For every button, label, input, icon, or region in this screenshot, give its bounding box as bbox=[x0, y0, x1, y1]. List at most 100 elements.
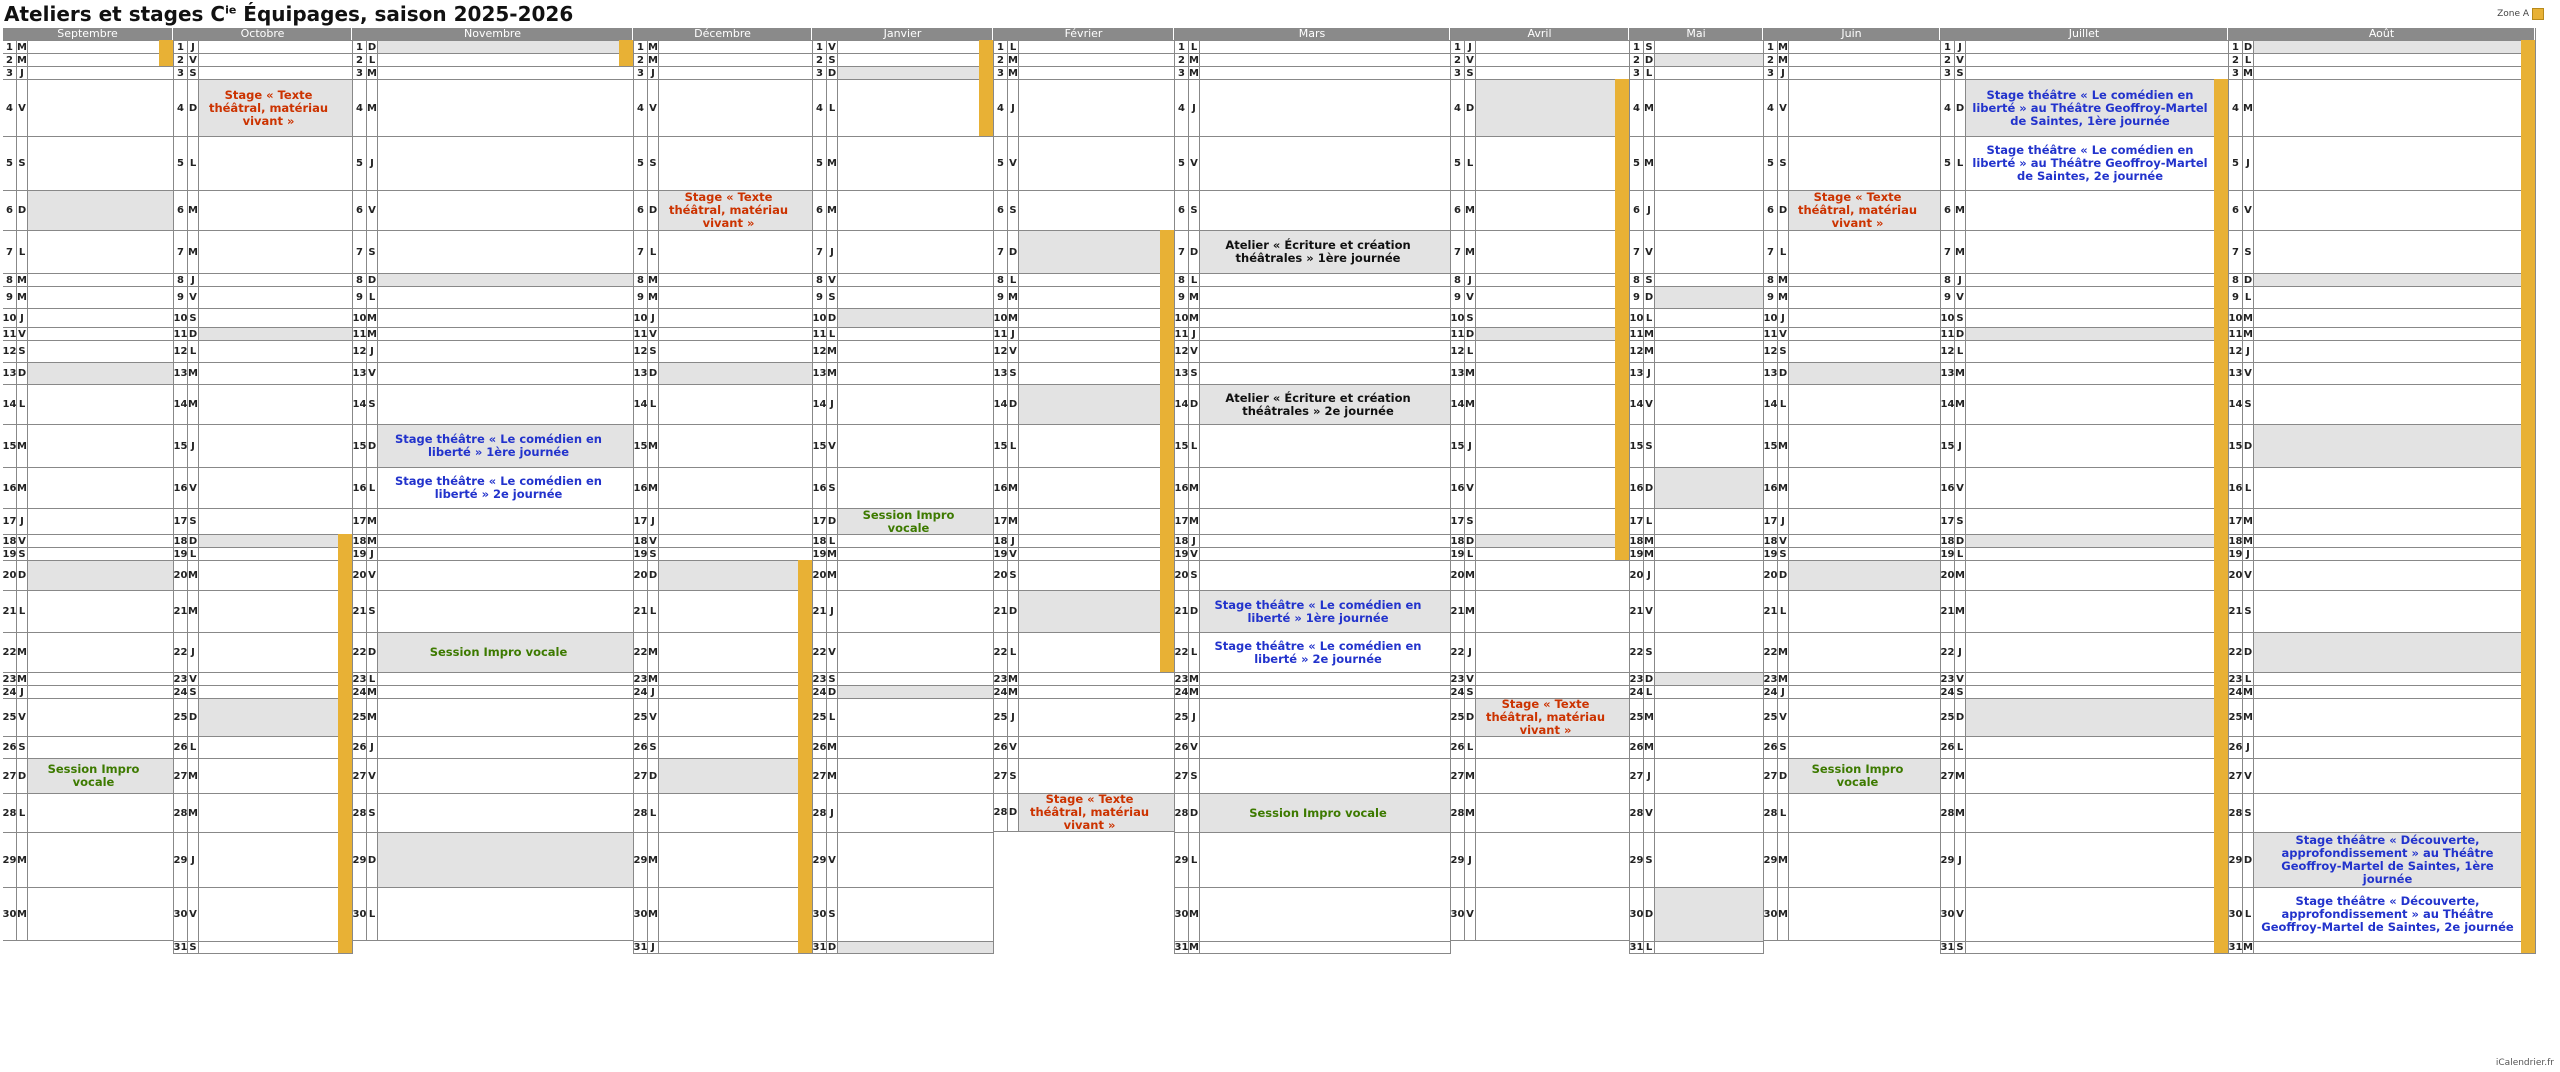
day-row[interactable]: 9V bbox=[174, 286, 352, 308]
day-row[interactable]: 30 M bbox=[1764, 887, 1940, 941]
day-row[interactable]: 13 D bbox=[1764, 362, 1940, 384]
day-row[interactable]: 25 D Stage « Texte théâtral, matériau viva… bbox=[1451, 698, 1629, 737]
day-row[interactable]: 12 M bbox=[1630, 340, 1763, 362]
day-row[interactable]: 26 S bbox=[1764, 736, 1940, 758]
day-row[interactable]: 6 D Stage « Texte théâtral, matériau vivan… bbox=[1764, 190, 1940, 230]
day-row[interactable]: 16 V bbox=[1451, 467, 1629, 508]
day-row[interactable]: 30 V bbox=[1451, 887, 1629, 941]
day-row[interactable]: 28 D Session Impro vocale bbox=[1175, 793, 1450, 832]
day-row[interactable]: 31 D bbox=[813, 941, 993, 954]
day-row[interactable]: 27 D bbox=[634, 758, 812, 793]
day-row[interactable]: 20 V bbox=[2229, 560, 2535, 590]
day-row[interactable]: 16 V bbox=[174, 467, 352, 508]
day-row[interactable]: 22 J bbox=[1941, 632, 2228, 672]
day-row[interactable]: 28 D Stage « Texte théâtral, matériau viva… bbox=[994, 793, 1174, 832]
day-row[interactable]: 30 L Stage théâtre « Découverte, approfond… bbox=[2229, 887, 2535, 941]
day-row[interactable]: 15 D Stage théâtre « Le comédien en libert… bbox=[353, 424, 633, 467]
day-row[interactable]: 29 V bbox=[813, 832, 993, 887]
day-row[interactable]: 18 V bbox=[1764, 534, 1940, 547]
event-label[interactable]: Stage « Texte théâtral, matériau vivant … bbox=[1789, 191, 1926, 230]
day-row[interactable]: 27 M bbox=[813, 758, 993, 793]
day-row[interactable]: 13 S bbox=[1175, 362, 1450, 384]
day-row[interactable]: 9L bbox=[353, 286, 633, 308]
day-row[interactable]: 15 J bbox=[1451, 424, 1629, 467]
day-row[interactable]: 29 J bbox=[1941, 832, 2228, 887]
day-row[interactable]: 13 S bbox=[994, 362, 1174, 384]
day-row[interactable]: 8M bbox=[3, 273, 173, 286]
day-row[interactable]: 22 L bbox=[994, 632, 1174, 672]
day-row[interactable]: 3M bbox=[994, 66, 1174, 79]
day-row[interactable]: 10 S bbox=[1941, 308, 2228, 327]
day-row[interactable]: 6D bbox=[3, 190, 173, 230]
day-row[interactable]: 8V bbox=[813, 273, 993, 286]
day-row[interactable]: 10 D bbox=[813, 308, 993, 327]
day-row[interactable]: 1S bbox=[1630, 40, 1763, 53]
day-row[interactable]: 6J bbox=[1630, 190, 1763, 230]
day-row[interactable]: 11 V bbox=[3, 327, 173, 340]
day-row[interactable]: 15 L bbox=[994, 424, 1174, 467]
day-row[interactable]: 27 S bbox=[994, 758, 1174, 793]
day-row[interactable]: 17 S bbox=[1451, 508, 1629, 534]
day-row[interactable]: 16 M bbox=[3, 467, 173, 508]
day-row[interactable]: 29 M bbox=[3, 832, 173, 887]
event-label[interactable]: Atelier « Écriture et création théâtrale… bbox=[1200, 385, 1436, 424]
day-row[interactable]: 12 V bbox=[994, 340, 1174, 362]
day-row[interactable]: 5L bbox=[1451, 136, 1629, 190]
day-row[interactable]: 22 D bbox=[2229, 632, 2535, 672]
day-row[interactable]: 10 J bbox=[634, 308, 812, 327]
day-row[interactable]: 18 J bbox=[1175, 534, 1450, 547]
day-row[interactable]: 17 J bbox=[634, 508, 812, 534]
day-row[interactable]: 4L bbox=[813, 79, 993, 136]
day-row[interactable]: 15 V bbox=[813, 424, 993, 467]
day-row[interactable]: 1M bbox=[634, 40, 812, 53]
day-row[interactable]: 15 L bbox=[1175, 424, 1450, 467]
day-row[interactable]: 6S bbox=[1175, 190, 1450, 230]
day-row[interactable]: 13 M bbox=[1451, 362, 1629, 384]
day-row[interactable]: 24 J bbox=[634, 685, 812, 698]
day-row[interactable]: 19 M bbox=[1630, 547, 1763, 560]
day-row[interactable]: 5 L Stage théâtre « Le comédien en liberté… bbox=[1941, 136, 2228, 190]
day-row[interactable]: 7L bbox=[1764, 230, 1940, 273]
day-row[interactable]: 10 S bbox=[1451, 308, 1629, 327]
day-row[interactable]: 19 S bbox=[1764, 547, 1940, 560]
day-row[interactable]: 22 M bbox=[1764, 632, 1940, 672]
day-row[interactable]: 12 M bbox=[813, 340, 993, 362]
day-row[interactable]: 25 M bbox=[2229, 698, 2535, 736]
day-row[interactable]: 4V bbox=[3, 79, 173, 136]
day-row[interactable]: 13 D bbox=[3, 362, 173, 384]
day-row[interactable]: 31 L bbox=[1630, 941, 1763, 954]
day-row[interactable]: 31 S bbox=[174, 941, 352, 954]
day-row[interactable]: 11 D bbox=[174, 327, 352, 340]
day-row[interactable]: 4D bbox=[1451, 79, 1629, 136]
event-label[interactable]: Session Impro vocale bbox=[28, 759, 159, 793]
day-row[interactable]: 3S bbox=[174, 66, 352, 79]
day-row[interactable]: 25 V bbox=[1764, 698, 1940, 736]
event-label[interactable]: Stage théâtre « Le comédien en liberté »… bbox=[378, 468, 619, 508]
day-row[interactable]: 11 J bbox=[1175, 327, 1450, 340]
day-row[interactable]: 16 S bbox=[813, 467, 993, 508]
day-row[interactable]: 15 S bbox=[1630, 424, 1763, 467]
day-row[interactable]: 22 D Session Impro vocale bbox=[353, 632, 633, 672]
day-row[interactable]: 8J bbox=[174, 273, 352, 286]
day-row[interactable]: 5J bbox=[2229, 136, 2535, 190]
event-label[interactable]: Stage « Texte théâtral, matériau vivant … bbox=[1019, 793, 1160, 832]
day-row[interactable]: 25 D bbox=[174, 698, 352, 736]
day-row[interactable]: 7V bbox=[1630, 230, 1763, 273]
day-row[interactable]: 5J bbox=[353, 136, 633, 190]
day-row[interactable]: 11 D bbox=[1941, 327, 2228, 340]
day-row[interactable]: 28 J bbox=[813, 793, 993, 832]
event-label[interactable]: Atelier « Écriture et création théâtrale… bbox=[1200, 231, 1436, 273]
day-row[interactable]: 3J bbox=[634, 66, 812, 79]
day-row[interactable]: 1J bbox=[1451, 40, 1629, 53]
day-row[interactable]: 29 J bbox=[174, 832, 352, 887]
day-row[interactable]: 2M bbox=[1764, 53, 1940, 66]
day-row[interactable]: 14 M bbox=[174, 384, 352, 424]
day-row[interactable]: 5M bbox=[1630, 136, 1763, 190]
day-row[interactable]: 19 M bbox=[813, 547, 993, 560]
day-row[interactable]: 9L bbox=[2229, 286, 2535, 308]
day-row[interactable]: 31 S bbox=[1941, 941, 2228, 954]
day-row[interactable]: 18 D bbox=[174, 534, 352, 547]
day-row[interactable]: 3M bbox=[353, 66, 633, 79]
day-row[interactable]: 18 V bbox=[634, 534, 812, 547]
day-row[interactable]: 8D bbox=[353, 273, 633, 286]
